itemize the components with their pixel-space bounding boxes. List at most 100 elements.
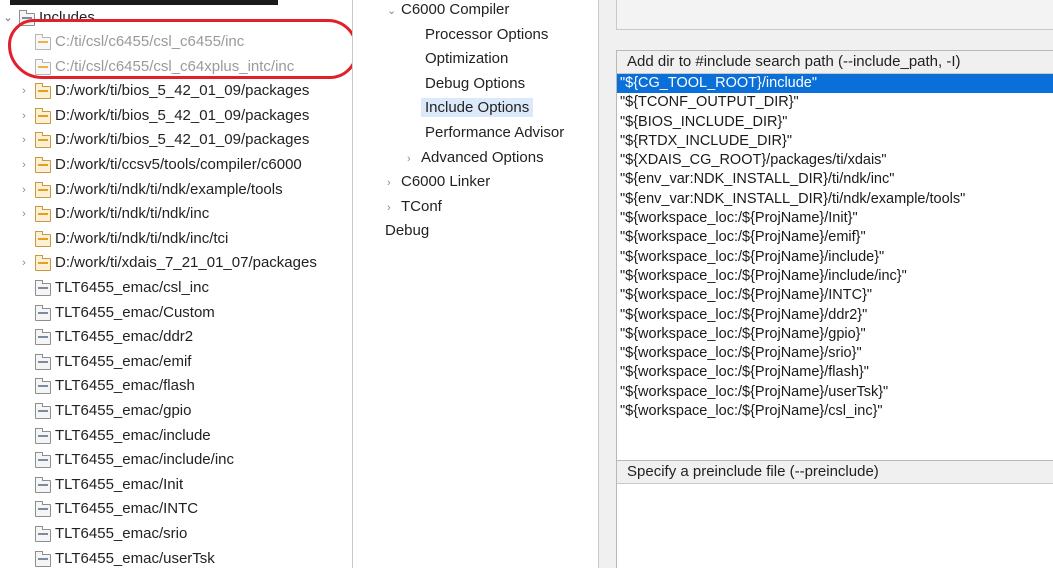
include-folder-icon — [34, 304, 51, 321]
includes-node[interactable]: ⌄ Includes — [2, 6, 95, 30]
include-path-heading: Add dir to #include search path (--inclu… — [617, 51, 1053, 74]
nav-item[interactable]: › TConf — [387, 195, 442, 219]
nav-item-label: Debug — [385, 222, 430, 240]
chevron-right-icon[interactable]: › — [18, 128, 30, 152]
include-path-entry[interactable]: "${workspace_loc:/${ProjName}/ddr2}" — [617, 306, 1053, 325]
include-path-entry[interactable]: "${XDAIS_CG_ROOT}/packages/ti/xdais" — [617, 151, 1053, 170]
include-path-entry[interactable]: "${workspace_loc:/${ProjName}/gpio}" — [617, 325, 1053, 344]
options-field[interactable] — [616, 0, 1053, 30]
include-path-item[interactable]: ›TLT6455_emac/include — [18, 424, 211, 448]
nav-item[interactable]: › Advanced Options — [407, 146, 544, 170]
chevron-right-icon[interactable]: › — [18, 79, 30, 103]
include-path-item[interactable]: › D:/work/ti/xdais_7_21_01_07/packages — [18, 251, 317, 275]
include-path-entry[interactable]: "${workspace_loc:/${ProjName}/flash}" — [617, 363, 1053, 382]
include-path-entry[interactable]: "${workspace_loc:/${ProjName}/include}" — [617, 248, 1053, 267]
chevron-right-icon[interactable]: › — [407, 147, 421, 171]
nav-item[interactable]: Processor Options — [425, 23, 548, 47]
nav-item[interactable]: › C6000 Linker — [387, 170, 490, 194]
include-path-item[interactable]: › D:/work/ti/ndk/ti/ndk/inc — [18, 202, 209, 226]
include-path-item[interactable]: › D:/work/ti/bios_5_42_01_09/packages — [18, 104, 309, 128]
chevron-right-icon[interactable]: › — [18, 104, 30, 128]
include-path-listbox[interactable]: "${CG_TOOL_ROOT}/include" "${TCONF_OUTPUT… — [617, 74, 1053, 421]
include-path-item[interactable]: ›TLT6455_emac/Init — [18, 473, 183, 497]
include-path-entry[interactable]: "${env_var:NDK_INSTALL_DIR}/ti/ndk/inc" — [617, 170, 1053, 189]
include-path-label: TLT6455_emac/INTC — [55, 500, 199, 518]
nav-item-label: C6000 Compiler — [401, 1, 510, 18]
nav-item[interactable]: Debug — [385, 219, 429, 243]
include-path-item[interactable]: ›C:/ti/csl/c6455/csl_c64xplus_intc/inc — [18, 55, 294, 79]
nav-item[interactable]: Include Options — [421, 96, 534, 120]
nav-item-label: C6000 Linker — [401, 173, 491, 191]
include-folder-icon — [34, 280, 51, 296]
include-path-entry[interactable]: "${workspace_loc:/${ProjName}/include/in… — [617, 267, 1053, 286]
include-path-item[interactable]: › D:/work/ti/ccsv5/tools/compiler/c6000 — [18, 153, 302, 177]
nav-item-label: TConf — [401, 197, 442, 215]
include-path-item[interactable]: ›TLT6455_emac/emif — [18, 350, 191, 374]
include-path-item[interactable]: ›TLT6455_emac/INTC — [18, 497, 198, 521]
nav-item[interactable]: Optimization — [425, 47, 508, 71]
include-path-item[interactable]: ›D:/work/ti/ndk/ti/ndk/inc/tci — [18, 227, 228, 251]
nav-item[interactable]: Debug Options — [425, 72, 525, 96]
chevron-right-icon[interactable]: › — [18, 153, 30, 177]
chevron-right-icon[interactable]: › — [18, 202, 30, 226]
include-path-entry[interactable]: "${env_var:NDK_INSTALL_DIR}/ti/ndk/examp… — [617, 190, 1053, 209]
include-path-entry[interactable]: "${workspace_loc:/${ProjName}/emif}" — [617, 228, 1053, 247]
include-path-entry[interactable]: "${workspace_loc:/${ProjName}/INTC}" — [617, 286, 1053, 305]
chevron-right-icon[interactable]: › — [387, 171, 401, 195]
nav-item-label: Processor Options — [425, 25, 549, 43]
include-path-item[interactable]: › D:/work/ti/bios_5_42_01_09/packages — [18, 128, 309, 152]
include-path-item[interactable]: ›C:/ti/csl/c6455/csl_c6455/inc — [18, 30, 244, 54]
include-folder-icon — [34, 34, 51, 50]
include-path-label: D:/work/ti/ccsv5/tools/compiler/c6000 — [55, 156, 302, 173]
include-path-label: D:/work/ti/ndk/ti/ndk/example/tools — [55, 180, 283, 198]
include-path-label: TLT6455_emac/gpio — [55, 402, 192, 419]
include-path-item[interactable]: ›TLT6455_emac/include/inc — [18, 448, 234, 472]
include-path-item[interactable]: ›TLT6455_emac/srio — [18, 522, 187, 546]
include-path-item[interactable]: ›TLT6455_emac/gpio — [18, 399, 191, 423]
include-folder-icon — [34, 476, 51, 493]
include-folder-icon — [34, 58, 51, 75]
include-path-entry[interactable]: "${RTDX_INCLUDE_DIR}" — [617, 132, 1053, 151]
nav-item[interactable]: ⌄ C6000 Compiler — [387, 0, 509, 22]
include-path-item[interactable]: ›TLT6455_emac/flash — [18, 374, 195, 398]
chevron-down-icon[interactable]: ⌄ — [387, 0, 401, 23]
include-folder-icon — [34, 452, 51, 469]
include-path-label: TLT6455_emac/Init — [55, 475, 184, 493]
include-folder-icon — [34, 255, 51, 272]
include-path-label: D:/work/ti/xdais_7_21_01_07/packages — [55, 254, 317, 272]
include-path-entry[interactable]: "${workspace_loc:/${ProjName}/srio}" — [617, 344, 1053, 363]
include-path-item[interactable]: › D:/work/ti/bios_5_42_01_09/packages — [18, 79, 309, 103]
include-path-entry[interactable]: "${CG_TOOL_ROOT}/include" — [617, 74, 1053, 94]
include-path-entry[interactable]: "${BIOS_INCLUDE_DIR}" — [617, 113, 1053, 132]
chevron-down-icon[interactable]: ⌄ — [2, 6, 14, 30]
include-path-label: TLT6455_emac/flash — [55, 377, 195, 395]
include-path-label: TLT6455_emac/userTsk — [55, 549, 215, 567]
nav-item[interactable]: Performance Advisor — [425, 121, 564, 145]
include-folder-icon — [34, 526, 51, 542]
include-path-item[interactable]: ›TLT6455_emac/ddr2 — [18, 325, 193, 349]
project-explorer-tree: ⌄ Includes ›C:/ti/csl/c6455/csl_c6455/in… — [0, 0, 352, 568]
include-path-entry[interactable]: "${workspace_loc:/${ProjName}/csl_inc}" — [617, 402, 1053, 421]
chevron-right-icon[interactable]: › — [387, 196, 401, 220]
include-path-item[interactable]: ›TLT6455_emac/Custom — [18, 301, 215, 325]
preinclude-heading: Specify a preinclude file (--preinclude) — [617, 461, 1053, 484]
include-folder-icon — [34, 550, 51, 567]
include-path-entry[interactable]: "${workspace_loc:/${ProjName}/userTsk}" — [617, 383, 1053, 402]
preinclude-group: Specify a preinclude file (--preinclude) — [616, 460, 1053, 568]
include-path-label: C:/ti/csl/c6455/csl_c64xplus_intc/inc — [55, 57, 295, 75]
include-path-item[interactable]: › D:/work/ti/ndk/ti/ndk/example/tools — [18, 178, 283, 202]
chevron-right-icon[interactable]: › — [18, 251, 30, 275]
include-path-label: D:/work/ti/bios_5_42_01_09/packages — [55, 106, 310, 124]
include-path-item[interactable]: ›TLT6455_emac/userTsk — [18, 547, 215, 568]
include-path-label: TLT6455_emac/srio — [55, 525, 188, 542]
include-path-label: TLT6455_emac/include/inc — [55, 451, 234, 469]
include-folder-icon — [34, 107, 51, 124]
include-path-label: D:/work/ti/ndk/ti/ndk/inc — [55, 205, 210, 223]
include-path-entry[interactable]: "${workspace_loc:/${ProjName}/Init}" — [617, 209, 1053, 228]
nav-item-label: Include Options — [421, 98, 534, 118]
include-folder-icon — [34, 403, 51, 419]
include-path-entry[interactable]: "${TCONF_OUTPUT_DIR}" — [617, 93, 1053, 112]
chevron-right-icon[interactable]: › — [18, 178, 30, 202]
include-folder-icon — [34, 378, 51, 395]
include-path-item[interactable]: ›TLT6455_emac/csl_inc — [18, 276, 209, 300]
